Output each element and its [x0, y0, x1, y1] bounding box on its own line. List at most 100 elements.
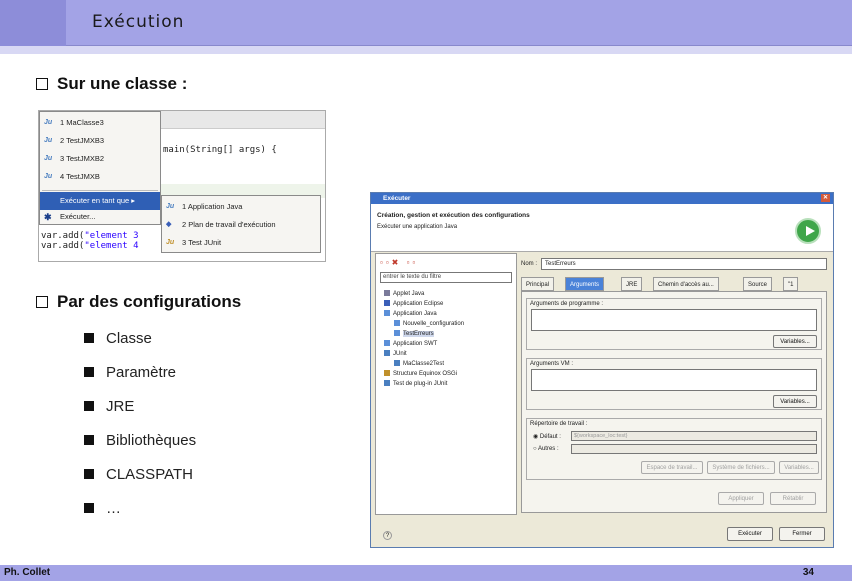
tab-classpath[interactable]: Chemin d'accès au...: [653, 277, 719, 291]
workdir-variables-button[interactable]: Variables...: [779, 461, 819, 474]
recent-item[interactable]: Ju 1 MaClasse3: [40, 114, 160, 132]
page-number: 34: [802, 567, 814, 578]
help-icon[interactable]: ?: [383, 531, 392, 540]
slide-title: Exécution: [92, 12, 185, 32]
run-menu: Ju 1 MaClasse3 Ju 2 TestJMXB3 Ju 3 TestJMXB…: [39, 111, 161, 225]
workdir-label: Répertoire de travail :: [530, 421, 588, 427]
code-line: main(String[] args) {: [163, 145, 277, 155]
dialog-title: Exécuter: [383, 195, 411, 202]
run-banner-icon: [795, 218, 821, 244]
square-bullet-icon: [84, 503, 94, 513]
tree-item[interactable]: Structure Equinox OSGi: [384, 370, 457, 377]
config-type-icon: [384, 370, 390, 376]
config-type-icon: [384, 300, 390, 306]
tab-principal[interactable]: Principal: [521, 277, 555, 291]
square-bullet-icon: [84, 435, 94, 445]
tree-item[interactable]: MaClasse2Test: [394, 360, 444, 367]
tree-item[interactable]: Nouvelle_configuration: [394, 320, 464, 327]
run-person-icon: ✱: [44, 212, 52, 222]
title-accent: [0, 0, 66, 46]
program-args-group: Arguments de programme : Variables...: [526, 298, 822, 350]
diamond-icon: ◆: [166, 221, 172, 228]
menu-separator: [42, 190, 158, 191]
tree-item[interactable]: Applet Java: [384, 290, 424, 297]
other-radio[interactable]: ○ Autres :: [533, 446, 559, 452]
sub-item: …: [84, 500, 121, 517]
sub-item: Bibliothèques: [84, 432, 196, 449]
tab-source[interactable]: Source: [743, 277, 773, 291]
config-type-icon: [394, 360, 400, 366]
tree-item[interactable]: Application Eclipse: [384, 300, 443, 307]
run-as-submenu: Ju 1 Application Java ◆ 2 Plan de travail …: [161, 195, 321, 253]
tab-jre[interactable]: JRE: [621, 277, 643, 291]
bullet-box-icon: [36, 296, 48, 308]
program-args-label: Arguments de programme :: [530, 301, 604, 307]
submenu-item-workbench[interactable]: ◆ 2 Plan de travail d'exécution: [162, 216, 320, 234]
vm-args-label: Arguments VM :: [530, 361, 574, 367]
junit-icon: Ju: [44, 137, 53, 144]
square-bullet-icon: [84, 367, 94, 377]
name-input[interactable]: TestErreurs: [541, 258, 827, 270]
workdir-group: Répertoire de travail : ◉ Défaut : ${wor…: [526, 418, 822, 480]
editor-tab: [157, 111, 325, 129]
config-type-icon: [384, 340, 390, 346]
dialog-banner: Création, gestion et exécution des confi…: [371, 204, 833, 252]
tree-item[interactable]: TestErreurs: [394, 330, 434, 337]
code-line: var.add("element 3: [41, 231, 139, 241]
recent-item[interactable]: Ju 3 TestJMXB2: [40, 150, 160, 168]
sub-item: CLASSPATH: [84, 466, 193, 483]
submenu-item-java-app[interactable]: Ju 1 Application Java: [162, 198, 320, 216]
other-dir-field: [571, 444, 817, 454]
vm-args-textarea[interactable]: [531, 369, 817, 391]
workspace-button[interactable]: Espace de travail...: [641, 461, 703, 474]
close-icon[interactable]: ✕: [821, 194, 830, 202]
bullet-class-text: Sur une classe :: [57, 74, 188, 93]
slide: Exécution Sur une classe : main(String[]…: [0, 0, 852, 581]
bullet-config: Par des configurations: [36, 292, 241, 312]
config-type-icon: [394, 330, 400, 336]
dialog-description: Exécuter une application Java: [377, 224, 458, 230]
vm-args-group: Arguments VM : Variables...: [526, 358, 822, 410]
revert-button[interactable]: Rétablir: [770, 492, 816, 505]
filter-input[interactable]: entrer le texte du filtre: [380, 272, 512, 283]
recent-item[interactable]: Ju 4 TestJMXB: [40, 168, 160, 186]
dialog-heading: Création, gestion et exécution des confi…: [377, 212, 530, 219]
footer: Ph. Collet 34: [0, 565, 852, 581]
bullet-box-icon: [36, 78, 48, 90]
config-type-icon: [384, 310, 390, 316]
close-button[interactable]: Fermer: [779, 527, 825, 541]
tab-arguments[interactable]: Arguments: [565, 277, 605, 291]
filesystem-button[interactable]: Système de fichiers...: [707, 461, 775, 474]
square-bullet-icon: [84, 469, 94, 479]
footer-author: Ph. Collet: [4, 567, 51, 578]
vm-variables-button[interactable]: Variables...: [773, 395, 817, 408]
square-bullet-icon: [84, 401, 94, 411]
junit-icon: Ju: [44, 173, 53, 180]
submenu-item-junit[interactable]: Ju 3 Test JUnit: [162, 234, 320, 252]
junit-icon: Ju: [166, 239, 175, 246]
square-bullet-icon: [84, 333, 94, 343]
tab-more[interactable]: "1: [783, 277, 799, 291]
config-type-icon: [384, 380, 390, 386]
tree-item[interactable]: Test de plug-in JUnit: [384, 380, 447, 387]
run-button[interactable]: Exécuter: [727, 527, 773, 541]
menu-item-run[interactable]: ✱ Exécuter...: [40, 208, 160, 226]
config-type-icon: [394, 320, 400, 326]
program-args-textarea[interactable]: [531, 309, 817, 331]
title-bar: Exécution: [0, 0, 852, 46]
default-radio[interactable]: ◉ Défaut :: [533, 433, 561, 440]
apply-button[interactable]: Appliquer: [718, 492, 764, 505]
default-dir-field: ${workspace_loc:test}: [571, 431, 817, 441]
junit-icon: Ju: [44, 155, 53, 162]
junit-icon: Ju: [44, 119, 53, 126]
config-type-icon: [384, 290, 390, 296]
run-config-dialog: Exécuter ✕ Création, gestion et exécutio…: [370, 192, 834, 548]
sub-item: Classe: [84, 330, 152, 347]
tree-item[interactable]: Application Java: [384, 310, 437, 317]
variables-button[interactable]: Variables...: [773, 335, 817, 348]
recent-item[interactable]: Ju 2 TestJMXB3: [40, 132, 160, 150]
tree-item[interactable]: JUnit: [384, 350, 407, 357]
bullet-class: Sur une classe :: [36, 74, 187, 94]
config-tabs: Principal Arguments JRE Chemin d'accès a…: [521, 277, 827, 291]
tree-item[interactable]: Application SWT: [384, 340, 437, 347]
